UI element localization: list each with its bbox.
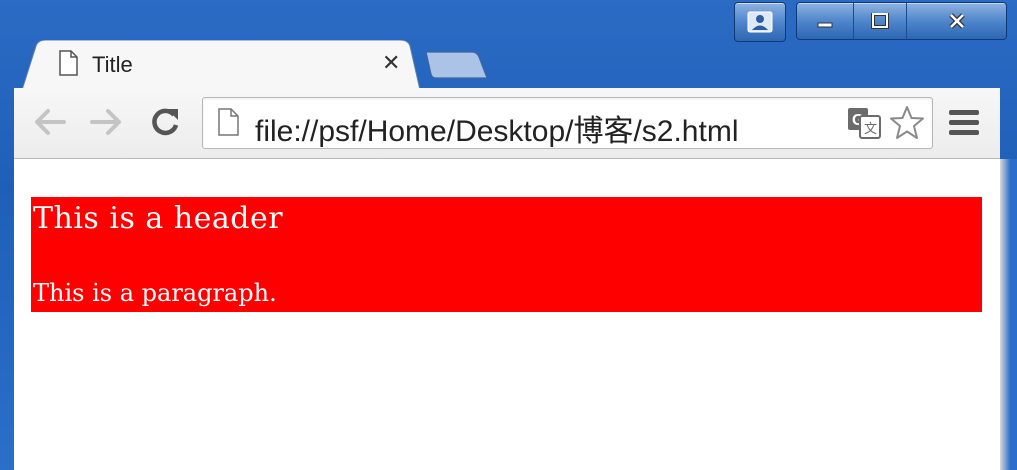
address-bar[interactable]: file://psf/Home/Desktop/博客/s2.html G 文 [202,97,933,149]
page-header: This is a header [33,201,284,236]
browser-toolbar: file://psf/Home/Desktop/博客/s2.html G 文 [14,88,1000,159]
forward-arrow-icon[interactable] [88,106,124,138]
page-viewport: This is a header This is a paragraph. [14,159,1000,470]
user-profile-button[interactable] [734,2,786,42]
new-tab-button[interactable] [424,50,490,80]
svg-text:文: 文 [864,122,877,137]
page-paragraph: This is a paragraph. [33,279,277,307]
document-icon [59,50,78,76]
reload-icon[interactable] [148,106,182,138]
close-window-button[interactable] [907,3,1006,39]
window-right-border [1000,159,1017,470]
red-content-box: This is a header This is a paragraph. [31,197,982,312]
tab-title: Title [92,52,133,77]
user-icon [747,11,773,33]
page-icon [218,108,239,136]
tab-shape [22,40,420,90]
back-arrow-icon[interactable] [32,106,68,138]
hamburger-menu-icon[interactable] [948,108,980,138]
maximize-icon [871,13,889,29]
tab-active[interactable]: Title ✕ [22,40,420,90]
minimize-icon [817,22,833,28]
tab-close-icon[interactable]: ✕ [382,52,400,74]
close-icon [948,13,965,29]
url-text: file://psf/Home/Desktop/博客/s2.html [255,115,739,148]
translate-icon[interactable]: G 文 [847,107,881,139]
window-controls [796,2,1007,40]
maximize-button[interactable] [854,3,907,39]
star-icon[interactable] [889,105,925,141]
minimize-button[interactable] [797,3,854,39]
